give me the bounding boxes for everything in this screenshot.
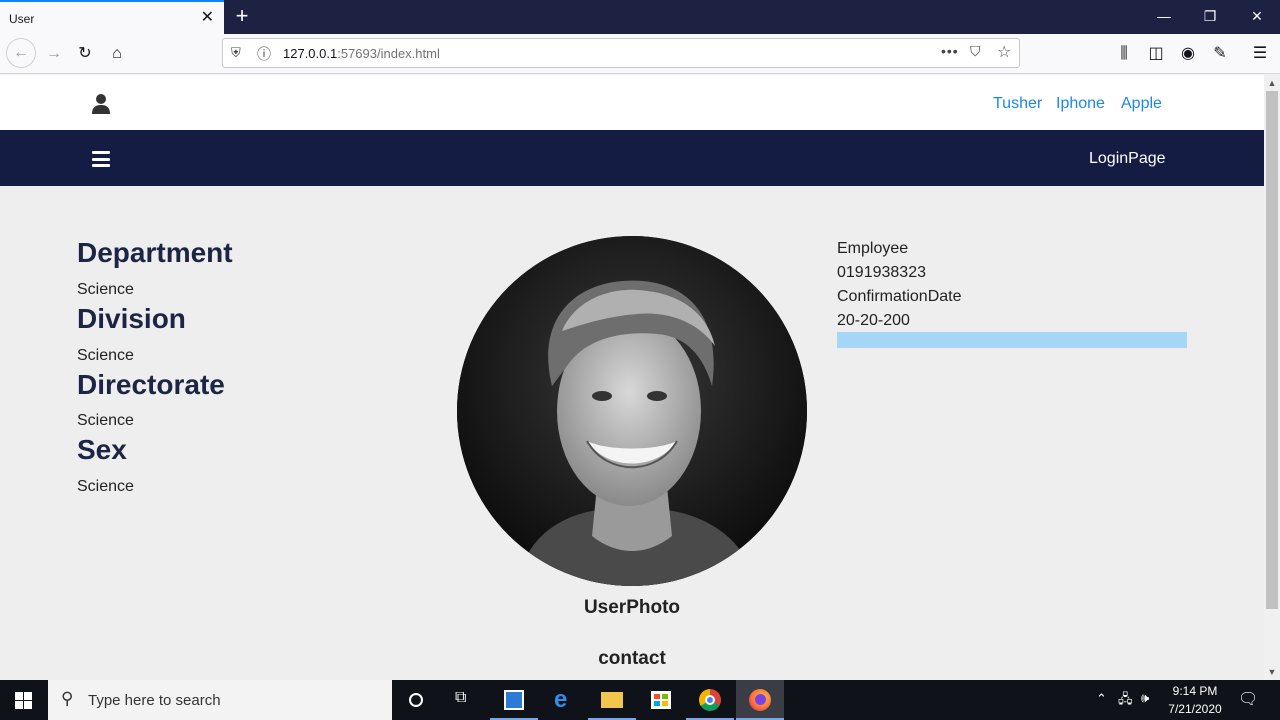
browser-tab-strip: User ✕ + — ❐ ✕: [0, 0, 1280, 34]
clock-date[interactable]: 7/21/2020: [1160, 702, 1230, 716]
info-highlight-bar: [837, 332, 1187, 348]
link-tusher[interactable]: Tusher: [993, 95, 1042, 113]
cortana-icon[interactable]: [392, 680, 440, 720]
clock-time[interactable]: 9:14 PM: [1160, 684, 1230, 698]
tray-overflow-icon[interactable]: ⌃: [1096, 691, 1107, 707]
new-tab-icon[interactable]: +: [230, 4, 254, 28]
home-icon[interactable]: ⌂: [103, 40, 131, 68]
info-icon[interactable]: ⓘ: [257, 44, 271, 64]
hamburger-menu-icon[interactable]: [92, 151, 110, 167]
window-close-icon[interactable]: ✕: [1234, 0, 1280, 34]
pocket-icon[interactable]: ⛉: [970, 43, 981, 60]
close-tab-icon[interactable]: ✕: [201, 10, 214, 26]
account-icon[interactable]: ◉: [1174, 40, 1202, 68]
volume-icon[interactable]: 🕪: [1141, 690, 1149, 706]
link-apple[interactable]: Apple: [1121, 95, 1162, 113]
edge-icon[interactable]: e: [540, 680, 588, 720]
login-page-link[interactable]: LoginPage: [1089, 150, 1166, 168]
sex-label: Sex: [77, 434, 127, 465]
sex-value: Science: [77, 478, 134, 495]
reload-icon[interactable]: ↻: [71, 40, 99, 68]
bookmark-star-icon[interactable]: ☆: [997, 42, 1011, 62]
scroll-down-icon[interactable]: ▼: [1264, 665, 1280, 679]
tab-title: User: [9, 12, 35, 26]
confirmation-date-value: 20-20-200: [837, 312, 910, 329]
main-nav: [0, 130, 1264, 186]
minimize-icon[interactable]: —: [1141, 0, 1187, 34]
extension-icon[interactable]: ✎: [1206, 40, 1234, 68]
search-placeholder: Type here to search: [88, 692, 221, 709]
web-page: Tusher Iphone Apple LoginPage Department…: [0, 75, 1264, 680]
forward-icon[interactable]: →: [40, 40, 68, 68]
department-label: Department: [77, 237, 233, 268]
scroll-up-icon[interactable]: ▲: [1264, 76, 1280, 90]
url-text: 127.0.0.1:57693/index.html: [283, 46, 440, 61]
windows-logo-icon: [15, 692, 32, 709]
user-icon[interactable]: [91, 93, 111, 115]
url-bar[interactable]: ⛨ ⓘ 127.0.0.1:57693/index.html ••• ⛉ ☆: [222, 38, 1020, 68]
taskbar-search[interactable]: ⚲ Type here to search: [48, 680, 392, 720]
directorate-label: Directorate: [77, 369, 225, 400]
division-value: Science: [77, 347, 134, 364]
back-icon[interactable]: ←: [6, 38, 36, 68]
division-label: Division: [77, 303, 186, 334]
browser-toolbar: ← → ↻ ⌂ ⛨ ⓘ 127.0.0.1:57693/index.html •…: [0, 34, 1280, 74]
firefox-icon[interactable]: [736, 680, 784, 720]
start-button[interactable]: [0, 680, 48, 720]
chrome-icon[interactable]: [686, 680, 734, 720]
contact-heading: contact: [598, 648, 666, 669]
site-header: Tusher Iphone Apple: [0, 75, 1264, 130]
notification-icon[interactable]: 🗨: [1238, 689, 1258, 709]
search-icon: ⚲: [61, 689, 74, 708]
shield-icon[interactable]: ⛨: [231, 45, 241, 61]
phone-number: 0191938323: [837, 264, 926, 281]
task-view-icon[interactable]: ⧉: [440, 680, 488, 720]
file-explorer-icon[interactable]: [588, 680, 636, 720]
department-value: Science: [77, 281, 134, 298]
link-iphone[interactable]: Iphone: [1056, 95, 1105, 113]
user-photo-caption: UserPhoto: [583, 597, 681, 618]
page-scrollbar[interactable]: ▲ ▼: [1264, 75, 1280, 680]
menu-icon[interactable]: ☰: [1246, 40, 1274, 68]
store-icon[interactable]: [637, 680, 685, 720]
browser-tab[interactable]: User ✕: [0, 0, 224, 34]
library-icon[interactable]: ⫼: [1110, 40, 1138, 68]
user-photo: [457, 236, 807, 586]
scroll-thumb[interactable]: [1266, 91, 1278, 609]
restore-icon[interactable]: ❐: [1187, 0, 1233, 34]
confirmation-date-label: ConfirmationDate: [837, 288, 962, 305]
directorate-value: Science: [77, 412, 134, 429]
employee-label: Employee: [837, 240, 909, 257]
page-actions-icon[interactable]: •••: [941, 43, 959, 59]
sidebar-icon[interactable]: ◫: [1142, 40, 1170, 68]
windows-taskbar: ⚲ Type here to search ⧉ e ⌃ 🖧 🕪 9:14 PM …: [0, 680, 1280, 720]
app-icon-blue[interactable]: [490, 680, 538, 720]
network-icon[interactable]: 🖧: [1118, 690, 1133, 712]
